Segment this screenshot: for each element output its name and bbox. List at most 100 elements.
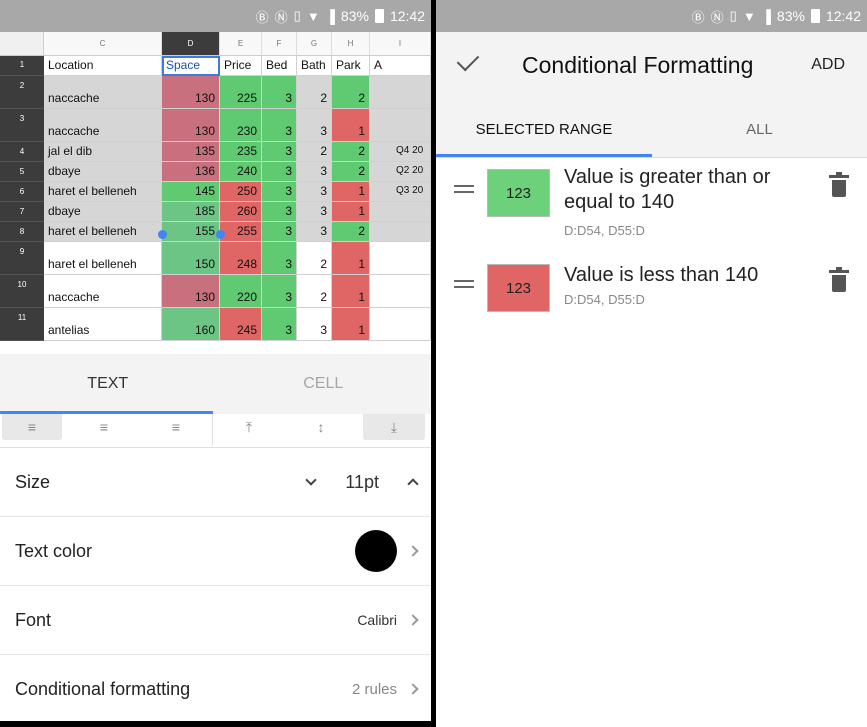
cell-extra[interactable]	[370, 308, 431, 341]
cell-price[interactable]: 225	[220, 76, 262, 109]
tab-text[interactable]: TEXT	[0, 354, 216, 414]
cell-bed[interactable]: 3	[262, 308, 297, 341]
table-row[interactable]: 7 dbaye 185 260 3 3 1	[0, 202, 431, 222]
cell-space[interactable]: 155	[162, 222, 220, 242]
table-row[interactable]: 6 haret el belleneh 145 250 3 3 1 Q3 20	[0, 182, 431, 202]
cell-price[interactable]: 255	[220, 222, 262, 242]
cell-park[interactable]: 1	[332, 202, 370, 222]
header-cell[interactable]: Bed	[262, 56, 297, 76]
tab-selected-range[interactable]: SELECTED RANGE	[436, 100, 652, 158]
cell-extra[interactable]: Q2 20	[370, 162, 431, 182]
table-row[interactable]: 10 naccache 130 220 3 2 1	[0, 275, 431, 308]
cell-extra[interactable]	[370, 222, 431, 242]
cell-location[interactable]: jal el dib	[44, 142, 162, 162]
cell-price[interactable]: 245	[220, 308, 262, 341]
cell-bath[interactable]: 3	[297, 162, 332, 182]
row-header[interactable]: 4	[0, 142, 44, 162]
tab-all[interactable]: ALL	[652, 100, 867, 158]
cell-space[interactable]: 130	[162, 76, 220, 109]
cell-bath[interactable]: 2	[297, 242, 332, 275]
cell-location[interactable]: naccache	[44, 109, 162, 142]
column-header-g[interactable]: G	[297, 32, 332, 56]
row-header[interactable]: 3	[0, 109, 44, 142]
row-header[interactable]: 9	[0, 242, 44, 275]
cell-space[interactable]: 185	[162, 202, 220, 222]
check-icon[interactable]	[456, 48, 480, 72]
cell-extra[interactable]	[370, 76, 431, 109]
row-header[interactable]: 10	[0, 275, 44, 308]
text-color-row[interactable]: Text color	[0, 517, 431, 586]
cell-space[interactable]: 160	[162, 308, 220, 341]
font-row[interactable]: Font Calibri	[0, 586, 431, 655]
column-header-i[interactable]: I	[370, 32, 431, 56]
cell-extra[interactable]: Q3 20	[370, 182, 431, 202]
cell-price[interactable]: 220	[220, 275, 262, 308]
table-row[interactable]: 1 Location Space Price Bed Bath Park A	[0, 56, 431, 76]
header-cell[interactable]: Price	[220, 56, 262, 76]
table-row[interactable]: 2 naccache 130 225 3 2 2	[0, 76, 431, 109]
cell-location[interactable]: naccache	[44, 275, 162, 308]
cell-extra[interactable]	[370, 275, 431, 308]
table-row[interactable]: 11 antelias 160 245 3 3 1	[0, 308, 431, 341]
cell-park[interactable]: 2	[332, 162, 370, 182]
cell-space[interactable]: 136	[162, 162, 220, 182]
cell-bath[interactable]: 3	[297, 202, 332, 222]
valign-middle-icon[interactable]: ↕	[291, 414, 351, 440]
selection-handle-end[interactable]	[216, 230, 225, 239]
cell-extra[interactable]	[370, 109, 431, 142]
row-header[interactable]: 1	[0, 56, 44, 76]
cell-bed[interactable]: 3	[262, 275, 297, 308]
column-header-c[interactable]: C	[44, 32, 162, 56]
cell-park[interactable]: 2	[332, 142, 370, 162]
cell-park[interactable]: 2	[332, 222, 370, 242]
cell-space[interactable]: 130	[162, 109, 220, 142]
cell-park[interactable]: 1	[332, 242, 370, 275]
cell-location[interactable]: dbaye	[44, 202, 162, 222]
rule-item[interactable]: 123 Value is greater than or equal to 14…	[436, 165, 867, 245]
valign-bottom-icon[interactable]: ⤓	[363, 414, 425, 440]
align-right-icon[interactable]: ≡	[146, 414, 206, 440]
header-cell[interactable]: Space	[162, 56, 220, 76]
cell-price[interactable]: 248	[220, 242, 262, 275]
row-header[interactable]: 7	[0, 202, 44, 222]
cell-bed[interactable]: 3	[262, 182, 297, 202]
header-cell[interactable]: A	[370, 56, 431, 76]
cell-location[interactable]: haret el belleneh	[44, 242, 162, 275]
cell-location[interactable]: naccache	[44, 76, 162, 109]
column-header-h[interactable]: H	[332, 32, 370, 56]
column-header-d[interactable]: D	[162, 32, 220, 56]
row-header[interactable]: 6	[0, 182, 44, 202]
cell-bath[interactable]: 3	[297, 308, 332, 341]
selection-handle-start[interactable]	[158, 230, 167, 239]
cell-price[interactable]: 240	[220, 162, 262, 182]
spreadsheet-grid[interactable]: C D E F G H I 1 Location Space Price Bed Bath…	[0, 32, 431, 354]
row-header[interactable]: 2	[0, 76, 44, 109]
cell-bath[interactable]: 2	[297, 275, 332, 308]
select-all-corner[interactable]	[0, 32, 44, 56]
cell-space[interactable]: 130	[162, 275, 220, 308]
header-cell[interactable]: Park	[332, 56, 370, 76]
cell-bed[interactable]: 3	[262, 222, 297, 242]
cell-extra[interactable]: Q4 20	[370, 142, 431, 162]
cell-extra[interactable]	[370, 202, 431, 222]
table-row[interactable]: 3 naccache 130 230 3 3 1	[0, 109, 431, 142]
row-header[interactable]: 5	[0, 162, 44, 182]
cell-price[interactable]: 260	[220, 202, 262, 222]
cell-price[interactable]: 230	[220, 109, 262, 142]
cell-park[interactable]: 1	[332, 109, 370, 142]
cell-bath[interactable]: 3	[297, 182, 332, 202]
drag-handle-icon[interactable]	[454, 185, 474, 193]
delete-icon[interactable]	[829, 172, 849, 197]
cell-bed[interactable]: 3	[262, 76, 297, 109]
delete-icon[interactable]	[829, 267, 849, 292]
table-row[interactable]: 5 dbaye 136 240 3 3 2 Q2 20	[0, 162, 431, 182]
row-header[interactable]: 8	[0, 222, 44, 242]
cell-price[interactable]: 235	[220, 142, 262, 162]
add-button[interactable]: ADD	[811, 56, 845, 74]
cell-space[interactable]: 145	[162, 182, 220, 202]
cell-bed[interactable]: 3	[262, 242, 297, 275]
cell-park[interactable]: 2	[332, 76, 370, 109]
cell-location[interactable]: antelias	[44, 308, 162, 341]
cell-extra[interactable]	[370, 242, 431, 275]
tab-cell[interactable]: CELL	[216, 354, 432, 414]
